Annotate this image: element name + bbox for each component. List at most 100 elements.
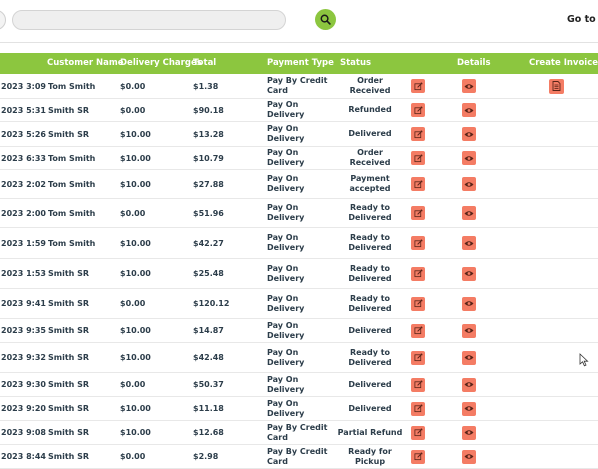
table-header: Customer Name Delivery Charges Total Pay… [0,53,598,74]
order-status: Partial Refund [337,427,403,437]
customer-name: Smith SR [48,326,90,335]
menu-toggle-button[interactable] [0,10,6,30]
view-details-button[interactable] [462,323,476,338]
customer-name: Tom Smith [48,208,96,218]
view-details-button[interactable] [462,266,476,281]
customer-name: Smith SR [48,380,90,389]
delivery-charges: $0.00 [120,208,146,218]
edit-status-button[interactable] [411,127,425,141]
details-cell [461,74,477,98]
view-details-button[interactable] [462,350,476,365]
edit-status-cell [410,343,426,372]
document-icon [552,81,561,91]
order-status: Delivered [348,403,392,413]
divider [0,42,598,43]
edit-icon [413,353,423,362]
order-date: 2023 1:53 [1,269,46,278]
order-date: 2023 5:26 [1,129,46,139]
view-details-button[interactable] [462,425,476,440]
view-details-button[interactable] [462,296,476,311]
details-cell [461,147,477,169]
edit-icon [413,81,423,91]
details-cell [461,259,477,288]
order-date: 2023 9:35 [1,326,46,335]
view-details-button[interactable] [462,79,476,93]
delivery-charges: $10.00 [120,428,151,437]
payment-type: Pay On Delivery [267,124,305,143]
edit-status-button[interactable] [411,177,425,191]
search-input[interactable] [12,10,286,30]
view-details-button[interactable] [462,127,476,141]
delivery-charges: $10.00 [120,269,151,278]
go-to-page-link[interactable]: Go to Pa [567,14,598,25]
edit-status-cell [410,373,426,396]
customer-name: Smith SR [48,129,90,139]
edit-status-button[interactable] [411,449,425,464]
payment-type: Pay On Delivery [267,293,305,313]
table-row: 2023 9:30 Smith SR $0.00 $50.37 Pay On Deliv… [0,373,598,397]
details-cell [461,397,477,420]
order-date: 2023 9:08 [1,428,46,437]
edit-status-button[interactable] [411,296,425,311]
order-total: $2.98 [193,452,219,461]
view-details-button[interactable] [462,449,476,464]
edit-status-button[interactable] [411,425,425,440]
edit-status-button[interactable] [411,236,425,250]
order-total: $50.37 [193,380,224,389]
create-invoice-button[interactable] [548,78,564,94]
order-date: 2023 5:31 [1,105,46,115]
details-cell [461,343,477,372]
table-row: 2023 6:33 Tom Smith $10.00 $10.79 Pay On Del… [0,147,598,170]
edit-status-button[interactable] [411,350,425,365]
view-details-button[interactable] [462,177,476,191]
delivery-charges: $10.00 [120,179,151,189]
edit-status-button[interactable] [411,79,425,93]
view-details-button[interactable] [462,151,476,165]
eye-icon [464,429,474,436]
view-details-button[interactable] [462,377,476,392]
view-details-button[interactable] [462,401,476,416]
edit-status-button[interactable] [411,323,425,338]
eye-icon [464,181,474,188]
edit-status-cell [410,122,426,146]
edit-icon [413,428,423,437]
order-total: $120.12 [193,299,230,308]
header-create-invoice: Create Invoice [529,58,598,68]
delivery-charges: $0.00 [120,81,146,91]
customer-name: Smith SR [48,105,90,115]
edit-status-button[interactable] [411,377,425,392]
table-row: 2023 2:00 Tom Smith $0.00 $51.96 Pay On Deli… [0,199,598,228]
order-date: 2023 9:41 [1,299,46,308]
header-payment-type: Payment Type [267,58,334,68]
eye-icon [464,210,474,217]
view-details-button[interactable] [462,103,476,117]
details-cell [461,445,477,468]
customer-name: Tom Smith [48,81,96,91]
top-bar: Go to Pa [0,0,598,42]
payment-type: Pay By Credit Card [267,422,328,442]
details-cell [461,99,477,121]
delivery-charges: $10.00 [120,238,151,248]
edit-status-cell [410,147,426,169]
customer-name: Smith SR [48,404,90,413]
customer-name: Tom Smith [48,153,96,163]
payment-type: Pay By Credit Card [267,446,328,466]
edit-status-button[interactable] [411,103,425,117]
edit-status-button[interactable] [411,151,425,165]
view-details-button[interactable] [462,236,476,250]
eye-icon [464,381,474,388]
search-button[interactable] [315,9,336,30]
view-details-button[interactable] [462,206,476,220]
order-status: Ready to Delivered [348,347,392,367]
header-details: Details [457,58,491,68]
edit-icon [413,105,423,115]
order-date: 2023 2:02 [1,179,46,189]
edit-icon [413,326,423,335]
edit-status-button[interactable] [411,266,425,281]
delivery-charges: $0.00 [120,105,146,115]
order-total: $27.88 [193,179,224,189]
edit-icon [413,380,423,389]
order-date: 2023 3:09 [1,81,46,91]
edit-status-button[interactable] [411,401,425,416]
edit-status-button[interactable] [411,206,425,220]
